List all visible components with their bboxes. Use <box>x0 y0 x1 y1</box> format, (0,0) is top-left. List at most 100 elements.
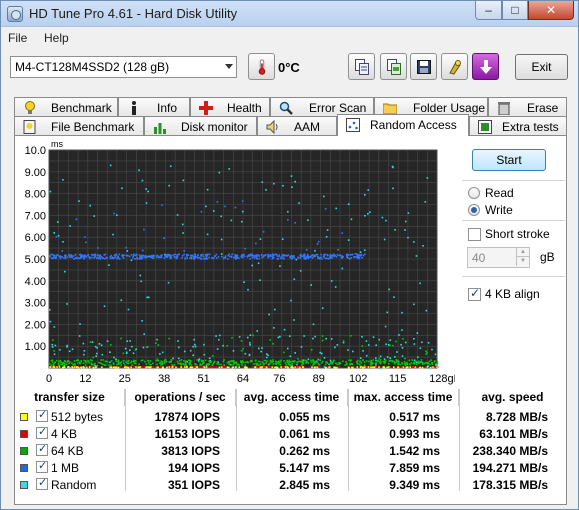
scatter-point-random <box>330 338 333 340</box>
series-checkbox[interactable] <box>36 425 48 439</box>
start-button[interactable]: Start <box>472 149 546 171</box>
scatter-point-1mb <box>323 256 325 259</box>
scatter-point-64kb <box>363 361 366 364</box>
scatter-point-512b <box>246 366 248 369</box>
copy-text-button[interactable] <box>348 53 375 80</box>
scatter-point-64kb <box>117 361 119 363</box>
scatter-point-random <box>78 200 80 202</box>
copy-screenshot-button[interactable] <box>380 53 407 80</box>
drive-select[interactable]: M4-CT128M4SSD2 (128 gB) <box>10 56 237 78</box>
scatter-point-512b <box>190 366 192 369</box>
scatter-point-1mb <box>215 257 218 259</box>
exit-button[interactable]: Exit <box>515 54 568 80</box>
minimize-button[interactable]: – <box>475 1 502 20</box>
spin-down-icon[interactable]: ▼ <box>516 257 529 266</box>
menu-file[interactable]: File <box>8 31 27 45</box>
scatter-point-random <box>314 249 316 252</box>
write-radio[interactable] <box>468 204 480 216</box>
scatter-point-1mb <box>122 257 125 259</box>
scatter-point-64kb <box>311 361 313 363</box>
tab-random-access[interactable]: Random Access <box>337 114 469 136</box>
tab-file-benchmark[interactable]: File Benchmark <box>14 116 144 136</box>
scatter-point-1mb <box>327 258 330 260</box>
tab-benchmark[interactable]: Benchmark <box>14 97 118 117</box>
short-stroke-value: 40 <box>472 251 486 265</box>
scatter-point-64kb <box>53 362 55 365</box>
scatter-point-512b <box>149 366 151 369</box>
align-checkbox[interactable] <box>468 286 481 301</box>
scatter-point-1mb <box>324 207 327 210</box>
spin-up-icon[interactable]: ▲ <box>516 248 529 257</box>
scatter-point-64kb <box>157 344 160 346</box>
scatter-point-1mb <box>79 253 82 256</box>
x-tick-label: 128gB <box>429 373 455 385</box>
scatter-point-64kb <box>75 359 78 362</box>
tab-info[interactable]: Info <box>118 97 190 117</box>
column-divider <box>348 389 349 491</box>
scatter-point-random <box>365 354 368 357</box>
scatter-point-64kb <box>261 361 263 363</box>
series-checkbox[interactable] <box>36 442 48 456</box>
options-button[interactable] <box>441 53 468 80</box>
scatter-point-512b <box>313 366 316 369</box>
scatter-point-random <box>147 190 149 193</box>
scatter-point-512b <box>276 366 278 369</box>
max-access-value: 0.993 ms <box>389 427 440 441</box>
scatter-point-512b <box>360 366 362 368</box>
scatter-point-64kb <box>314 362 316 365</box>
scatter-point-64kb <box>66 360 69 363</box>
scatter-point-1mb <box>300 254 302 257</box>
close-button[interactable]: ✕ <box>528 1 574 20</box>
scatter-point-random <box>218 171 221 174</box>
scatter-point-random <box>115 358 117 361</box>
read-radio[interactable] <box>468 187 480 199</box>
scatter-point-64kb <box>179 362 182 365</box>
scatter-point-random <box>142 346 145 349</box>
scatter-point-1mb <box>348 258 351 260</box>
scatter-point-64kb <box>420 359 423 361</box>
scatter-point-64kb <box>102 363 104 366</box>
scatter-point-64kb <box>338 363 341 366</box>
scatter-point-64kb <box>168 337 170 340</box>
tab-disk-monitor[interactable]: Disk monitor <box>144 116 257 136</box>
download-button[interactable] <box>472 53 499 80</box>
series-checkbox[interactable] <box>36 459 48 473</box>
short-stroke-checkbox[interactable] <box>468 228 481 241</box>
tab-erase[interactable]: Erase <box>488 97 567 117</box>
tab-extra-tests[interactable]: Extra tests <box>469 116 567 136</box>
series-color-swatch <box>20 481 28 489</box>
folder-icon <box>383 103 397 115</box>
scatter-point-random <box>379 367 382 370</box>
scatter-point-4kb <box>160 366 162 368</box>
scatter-point-random <box>240 220 243 223</box>
scatter-point-random <box>288 335 291 337</box>
scatter-point-64kb <box>89 341 92 343</box>
scatter-point-random <box>120 299 123 302</box>
scatter-point-random <box>171 367 173 370</box>
y-tick-label: 5.00 <box>25 254 46 266</box>
tab-aam[interactable]: AAM <box>257 116 337 136</box>
series-checkbox[interactable] <box>36 476 48 490</box>
short-stroke-spinner[interactable]: 40 ▲ ▼ <box>467 247 530 268</box>
scatter-point-512b <box>135 366 137 368</box>
maximize-button[interactable]: □ <box>502 1 528 20</box>
scatter-point-1mb <box>302 255 305 257</box>
scatter-point-1mb <box>89 257 91 260</box>
scatter-point-random <box>182 179 185 182</box>
scatter-point-64kb <box>59 361 61 363</box>
scatter-point-4kb <box>215 366 218 368</box>
scatter-point-random <box>129 349 131 352</box>
temperature-button[interactable] <box>248 53 275 80</box>
menu-help[interactable]: Help <box>44 31 69 45</box>
scatter-point-1mb <box>262 231 265 233</box>
scatter-point-random <box>130 259 133 262</box>
scatter-point-random <box>53 353 56 356</box>
scatter-point-64kb <box>104 360 107 363</box>
title-bar[interactable]: HD Tune Pro 4.61 - Hard Disk Utility – □… <box>1 1 578 27</box>
scatter-point-random <box>375 357 377 360</box>
tab-health[interactable]: Health <box>190 97 270 117</box>
scatter-point-64kb <box>85 359 87 362</box>
scatter-point-64kb <box>204 359 207 362</box>
series-checkbox[interactable] <box>36 408 48 422</box>
save-button[interactable] <box>410 53 437 80</box>
